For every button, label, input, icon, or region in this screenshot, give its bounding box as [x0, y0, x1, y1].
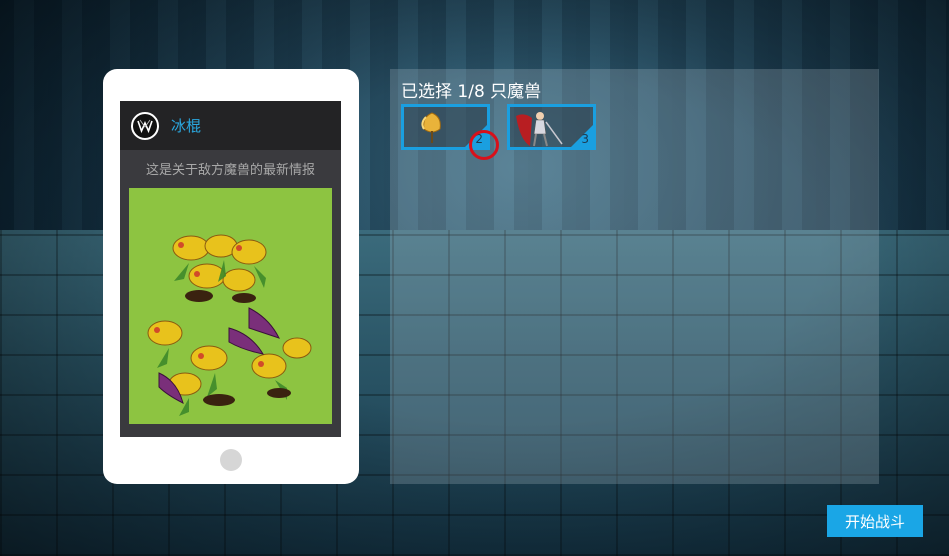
highlight-ring-indicator: [469, 130, 499, 160]
enemy-monster-group-image: [129, 188, 332, 424]
golden-flower-monster-icon: [412, 109, 452, 147]
selection-count-title: 已选择 1/8 只魔兽: [401, 82, 542, 102]
phone-screen: 冰棍 这是关于敌方魔兽的最新情报: [120, 101, 341, 437]
selection-panel: 已选择 1/8 只魔兽 2 3: [390, 69, 879, 484]
monster-card-2[interactable]: 3: [507, 104, 596, 150]
phone-home-button[interactable]: [220, 449, 242, 471]
wolf-logo-icon: [131, 111, 159, 140]
red-caped-knight-monster-icon: [512, 108, 574, 147]
username: 冰棍: [171, 117, 202, 135]
start-battle-button[interactable]: 开始战斗: [827, 505, 923, 537]
intel-caption: 这是关于敌方魔兽的最新情报: [145, 163, 315, 178]
phone-header: 冰棍: [120, 101, 341, 150]
monster-card-number: 3: [581, 132, 589, 146]
intel-phone: 冰棍 这是关于敌方魔兽的最新情报: [103, 69, 359, 484]
